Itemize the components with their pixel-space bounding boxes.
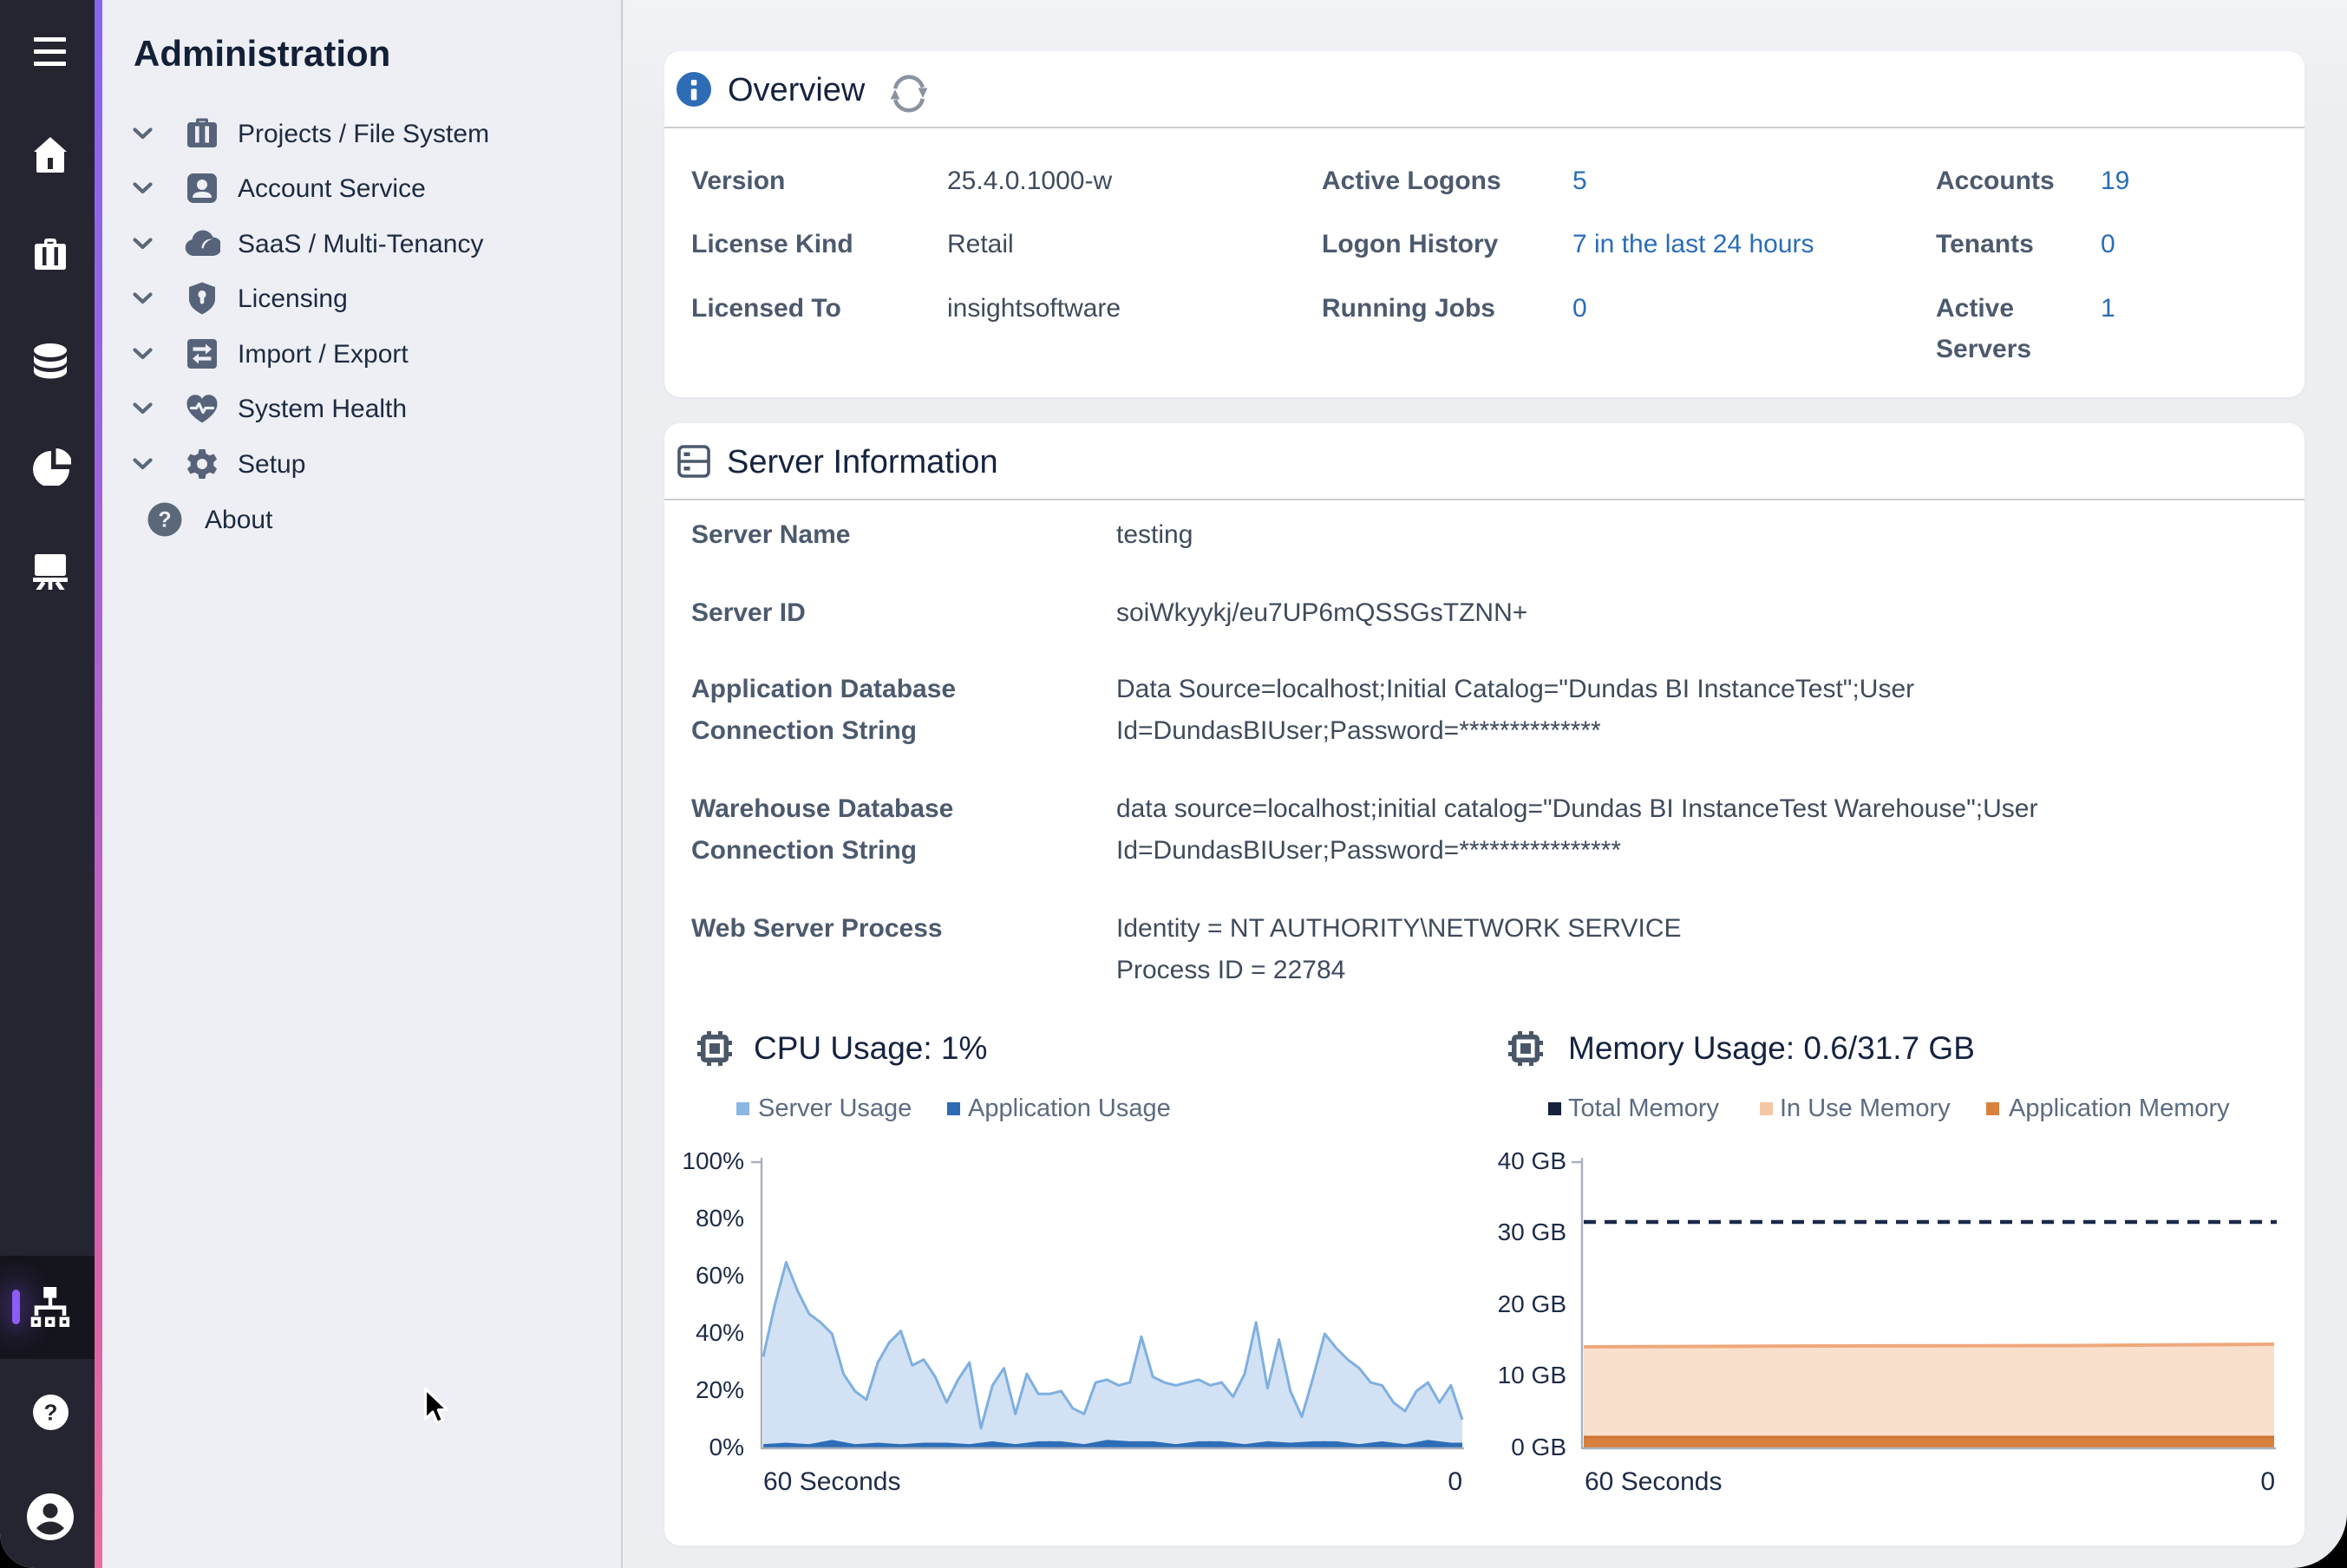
svg-text:?: ?: [44, 1400, 58, 1426]
svg-text:?: ?: [158, 508, 171, 532]
